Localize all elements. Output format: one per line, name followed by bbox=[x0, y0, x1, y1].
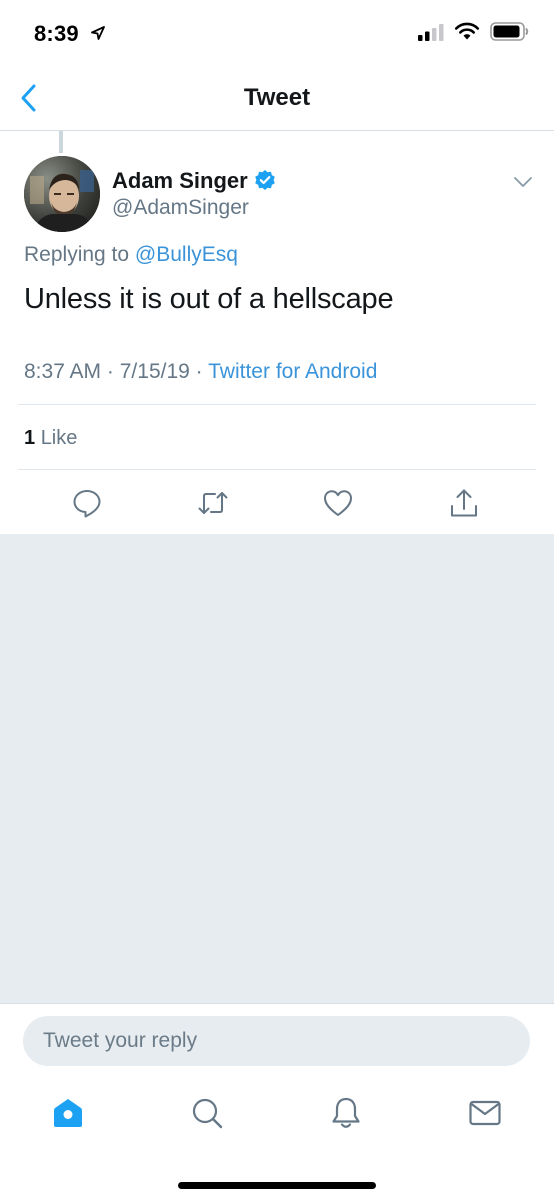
status-icons bbox=[418, 22, 530, 41]
tab-search[interactable] bbox=[189, 1096, 225, 1130]
tab-notifications[interactable] bbox=[328, 1096, 364, 1130]
status-time: 8:39 bbox=[34, 21, 106, 47]
likes-count[interactable]: 1 Like bbox=[24, 427, 77, 450]
like-button[interactable] bbox=[322, 487, 354, 519]
status-bar: 8:39 bbox=[0, 0, 554, 64]
replying-to-mention[interactable]: @BullyEsq bbox=[135, 243, 238, 266]
messages-icon bbox=[469, 1100, 501, 1126]
reply-icon bbox=[73, 490, 101, 518]
meta-separator: · bbox=[106, 360, 114, 383]
retweet-icon bbox=[198, 492, 228, 514]
tab-messages[interactable] bbox=[467, 1096, 503, 1130]
divider bbox=[18, 469, 536, 470]
likes-count-number: 1 bbox=[24, 427, 36, 449]
tab-bar bbox=[0, 1085, 554, 1200]
status-time-text: 8:39 bbox=[34, 21, 79, 46]
search-icon bbox=[192, 1098, 223, 1129]
meta-separator: · bbox=[195, 360, 203, 383]
like-icon bbox=[324, 490, 352, 516]
nav-bar: Tweet bbox=[0, 64, 554, 131]
page-title: Tweet bbox=[243, 84, 311, 111]
reply-input[interactable] bbox=[23, 1016, 530, 1066]
replies-area bbox=[0, 534, 554, 1003]
thread-line bbox=[59, 131, 63, 153]
author-handle[interactable]: @AdamSinger bbox=[112, 196, 249, 220]
author-name[interactable]: Adam Singer bbox=[112, 168, 276, 194]
location-arrow-icon bbox=[91, 26, 106, 40]
avatar-photo bbox=[24, 156, 100, 232]
wifi-icon bbox=[454, 22, 480, 40]
tweet-text: Unless it is out of a hellscape bbox=[24, 283, 394, 315]
home-icon bbox=[54, 1099, 82, 1127]
share-icon bbox=[451, 489, 477, 517]
chevron-down-icon bbox=[514, 177, 532, 187]
retweet-button[interactable] bbox=[196, 487, 228, 519]
share-button[interactable] bbox=[448, 487, 480, 519]
reply-bar bbox=[0, 1003, 554, 1085]
likes-count-label: Like bbox=[40, 427, 78, 449]
divider bbox=[18, 404, 536, 405]
tweet-date: 7/15/19 bbox=[119, 360, 190, 383]
replying-to: Replying to @BullyEsq bbox=[24, 243, 238, 267]
verified-badge-icon bbox=[254, 170, 275, 190]
tweet-source-link[interactable]: Twitter for Android bbox=[208, 360, 377, 383]
reply-button[interactable] bbox=[71, 487, 103, 519]
tweet-menu-button[interactable] bbox=[512, 175, 534, 189]
battery-icon bbox=[490, 22, 529, 41]
tweet-detail: Adam Singer @AdamSinger Replying to @Bul… bbox=[0, 131, 554, 534]
notifications-icon bbox=[332, 1097, 360, 1128]
tab-home[interactable] bbox=[50, 1096, 86, 1130]
avatar[interactable] bbox=[24, 156, 100, 232]
author-name-text: Adam Singer bbox=[112, 168, 248, 193]
replying-to-prefix: Replying to bbox=[24, 243, 130, 266]
cellular-signal-icon bbox=[418, 24, 444, 41]
home-indicator bbox=[178, 1182, 376, 1189]
tweet-time: 8:37 AM bbox=[24, 360, 102, 383]
tweet-meta: 8:37 AM · 7/15/19 · Twitter for Android bbox=[24, 360, 377, 384]
